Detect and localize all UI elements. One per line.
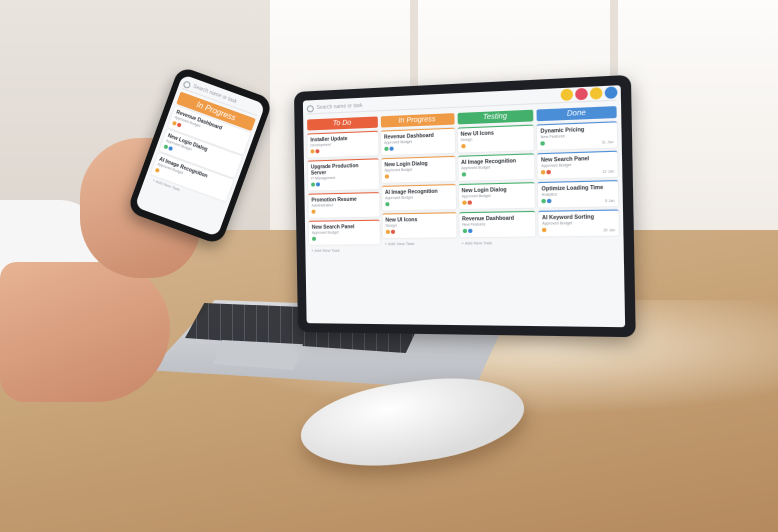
avatar[interactable] bbox=[311, 182, 316, 187]
assignee-avatars bbox=[461, 199, 532, 205]
task-card[interactable]: Promotion Resume Administration bbox=[308, 192, 380, 218]
assignee-avatars bbox=[384, 145, 451, 151]
task-card[interactable]: New UI Icons Design bbox=[457, 124, 535, 153]
task-card[interactable]: Revenue Dashboard New Features bbox=[458, 210, 536, 238]
laptop-search-placeholder: Search name or task bbox=[316, 102, 363, 112]
avatar[interactable] bbox=[168, 145, 174, 152]
assignee-avatars bbox=[312, 236, 377, 241]
task-card[interactable]: AI Keyword Sorting Approved Budget 30 Jan bbox=[538, 209, 619, 237]
assignee-avatars bbox=[461, 170, 531, 177]
avatar[interactable] bbox=[467, 200, 472, 205]
avatar[interactable] bbox=[541, 198, 547, 204]
task-category: Analytics bbox=[541, 192, 558, 197]
avatar[interactable] bbox=[315, 182, 320, 187]
task-card[interactable]: Optimize Loading Time Analytics 8 Jan bbox=[538, 180, 619, 208]
task-category: Approved Budget bbox=[461, 193, 491, 199]
task-card[interactable]: New Search Panel Approved Budget 12 Jan bbox=[537, 150, 618, 179]
task-category: IT Management bbox=[310, 175, 336, 181]
avatar[interactable] bbox=[460, 144, 466, 149]
task-card[interactable]: AI Image Recognition Approved Budget bbox=[457, 153, 535, 181]
avatar[interactable] bbox=[315, 149, 320, 154]
avatar[interactable] bbox=[310, 149, 315, 154]
task-category: Approved Budget bbox=[384, 195, 413, 201]
user-icon[interactable] bbox=[604, 86, 618, 99]
search-icon bbox=[306, 104, 314, 112]
avatar[interactable] bbox=[461, 172, 466, 177]
task-date: 31 Jan bbox=[601, 139, 614, 145]
assignee-avatars bbox=[311, 181, 376, 187]
laptop-kanban-app: Search name or task To Do Installer Updat… bbox=[302, 85, 626, 328]
add-task-link[interactable]: + Add New Task bbox=[459, 240, 536, 246]
task-card[interactable]: Installer Update Development bbox=[307, 130, 379, 158]
kanban-board: To Do Installer Update Development Upgrade … bbox=[303, 104, 624, 255]
avatar[interactable] bbox=[546, 169, 552, 175]
assignee-avatars bbox=[384, 173, 452, 179]
avatar[interactable] bbox=[312, 236, 317, 241]
assignee-avatars bbox=[310, 147, 376, 154]
task-date: 12 Jan bbox=[602, 169, 615, 174]
task-category: Administration bbox=[311, 203, 334, 208]
avatar[interactable] bbox=[462, 228, 467, 234]
avatar[interactable] bbox=[541, 170, 546, 175]
task-category: Approved Budget bbox=[542, 221, 573, 226]
photo-scene: Search name or task To Do Installer Updat… bbox=[0, 0, 778, 532]
task-card[interactable]: New Login Dialog Approved Budget bbox=[381, 155, 456, 183]
add-task-link[interactable]: + Add New Task bbox=[383, 240, 456, 246]
avatar[interactable] bbox=[540, 141, 546, 146]
task-card[interactable]: New Login Dialog Approved Budget bbox=[458, 182, 536, 210]
task-category: New Features bbox=[462, 222, 486, 227]
column-header[interactable]: Done bbox=[536, 106, 617, 122]
avatar[interactable] bbox=[311, 209, 316, 214]
task-card[interactable]: Dynamic Pricing New Features 31 Jan bbox=[537, 121, 618, 151]
calendar-icon[interactable] bbox=[575, 87, 588, 101]
add-task-link[interactable]: + Add New Task bbox=[309, 247, 380, 253]
avatar[interactable] bbox=[384, 174, 389, 179]
task-card[interactable]: Upgrade Production Server IT Management bbox=[307, 158, 379, 191]
assignee-avatars bbox=[462, 228, 532, 234]
avatar[interactable] bbox=[467, 228, 472, 234]
avatar[interactable] bbox=[385, 229, 390, 234]
avatar[interactable] bbox=[389, 146, 394, 151]
task-category: Design bbox=[385, 223, 397, 228]
task-card[interactable]: New UI Icons Design bbox=[382, 212, 457, 239]
search-icon bbox=[182, 79, 192, 89]
column-header[interactable]: In Progress bbox=[380, 113, 455, 128]
task-card[interactable]: New Search Panel Approved Budget bbox=[308, 219, 380, 245]
emoji-icon[interactable] bbox=[589, 87, 603, 100]
avatar[interactable] bbox=[461, 200, 467, 205]
assignee-avatars bbox=[541, 198, 615, 204]
avatar[interactable] bbox=[176, 122, 182, 128]
assignee-avatars bbox=[385, 229, 453, 234]
assignee-avatars bbox=[460, 142, 531, 149]
emoji-icon[interactable] bbox=[560, 88, 574, 101]
avatar[interactable] bbox=[154, 167, 160, 173]
kanban-column: Done Dynamic Pricing New Features 31 Jan New… bbox=[536, 106, 619, 251]
column-header[interactable]: Testing bbox=[457, 109, 534, 125]
task-date: 8 Jan bbox=[604, 198, 615, 204]
avatar[interactable] bbox=[385, 202, 390, 207]
avatar[interactable] bbox=[384, 146, 389, 151]
task-category: Approved Budget bbox=[311, 230, 339, 235]
kanban-column: To Do Installer Update Development Upgrade … bbox=[307, 116, 380, 253]
avatar[interactable] bbox=[390, 229, 395, 234]
task-card[interactable]: AI Image Recognition Approved Budget bbox=[381, 184, 456, 211]
avatar[interactable] bbox=[542, 227, 547, 233]
laptop-header-icons bbox=[560, 86, 618, 101]
hand bbox=[0, 262, 170, 402]
column-header[interactable]: To Do bbox=[307, 116, 378, 131]
assignee-avatars bbox=[385, 201, 452, 207]
task-date: 30 Jan bbox=[603, 228, 616, 233]
kanban-column: Testing New UI Icons Design AI Image Recogn… bbox=[457, 109, 536, 252]
assignee-avatars bbox=[311, 209, 377, 214]
avatar[interactable] bbox=[547, 198, 552, 204]
kanban-column: In Progress Revenue Dashboard Approved Bud… bbox=[380, 113, 457, 252]
laptop-screen: Search name or task To Do Installer Updat… bbox=[293, 74, 636, 338]
task-card[interactable]: Revenue Dashboard Approved Budget bbox=[380, 127, 455, 156]
